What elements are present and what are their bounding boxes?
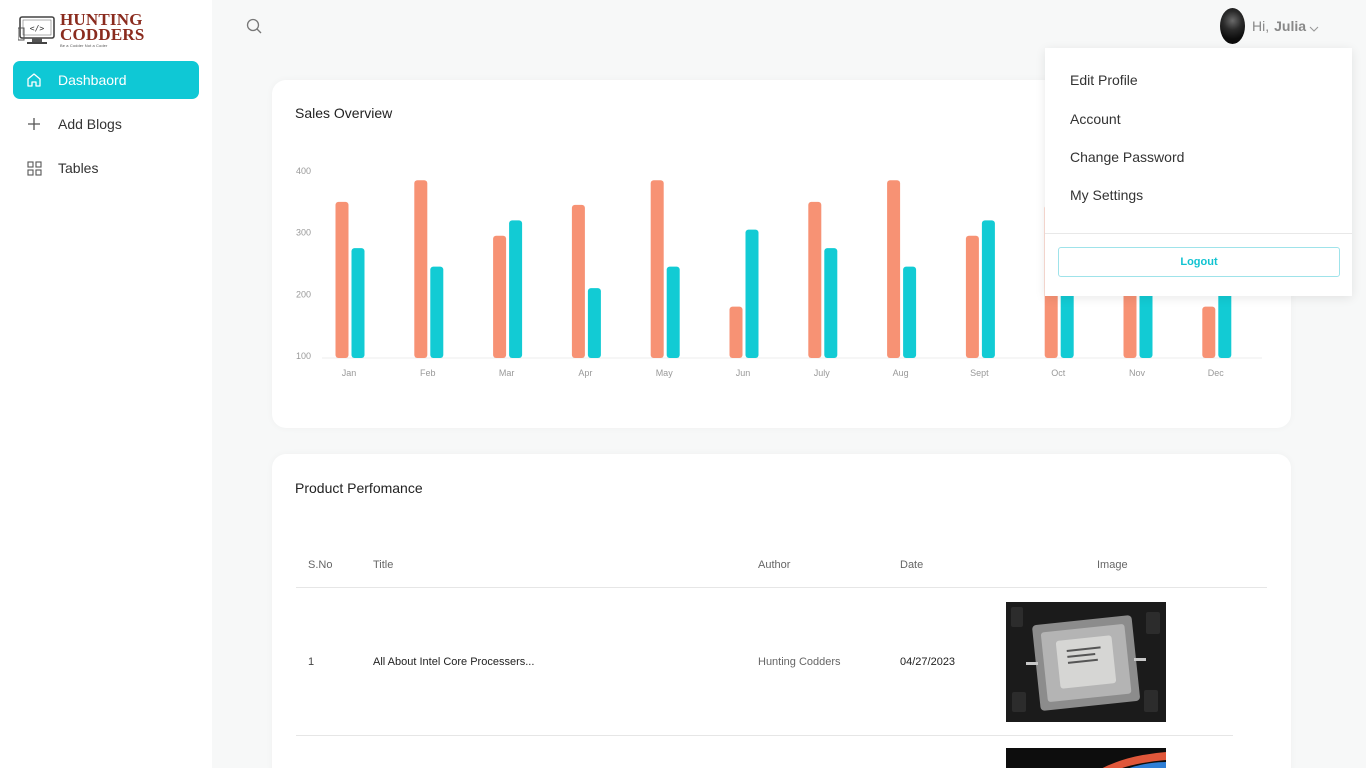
bar-series2-mar	[509, 220, 523, 358]
bar-series2-may	[666, 266, 680, 358]
menu-item-change-password[interactable]: Change Password	[1070, 149, 1184, 165]
product-image-cpu	[1006, 602, 1166, 722]
bar-series2-july	[824, 248, 838, 358]
username: Julia	[1274, 18, 1307, 34]
column-header-image: Image	[1097, 559, 1128, 571]
cell-sno: 1	[308, 656, 315, 668]
sidebar-item-label: Dashbaord	[58, 72, 127, 88]
menu-item-my-settings[interactable]: My Settings	[1070, 187, 1143, 203]
brand-name-line2: CODDERS	[60, 25, 145, 44]
bar-series1-sept	[965, 235, 979, 358]
bar-series1-may	[650, 180, 664, 358]
x-tick-label: Sept	[970, 368, 989, 378]
bar-series2-jan	[351, 248, 365, 358]
bar-series1-jan	[335, 201, 349, 358]
bar-series2-feb	[430, 266, 444, 358]
chevron-down-icon	[1309, 21, 1319, 32]
cell-date: 04/27/2023	[900, 656, 956, 668]
sidebar-item-dashboard[interactable]: Dashbaord	[13, 61, 199, 99]
bar-series2-aug	[903, 266, 917, 358]
sidebar: </> HUNTING CODDERS Be a Codder Not a Co…	[0, 0, 212, 768]
table-divider	[296, 735, 1233, 736]
table-header: S.No Title Author Date Image	[272, 559, 1291, 589]
sidebar-item-add-blogs[interactable]: Add Blogs	[13, 105, 199, 143]
x-tick-label: Jun	[736, 368, 751, 378]
bar-series2-sept	[981, 220, 995, 358]
product-performance-card: Product Perfomance S.No Title Author Dat…	[272, 454, 1291, 768]
avatar	[1220, 8, 1245, 44]
cell-title: All About Intel Core Processers...	[373, 656, 535, 668]
home-icon	[25, 71, 43, 89]
table-divider	[296, 587, 1267, 588]
x-tick-label: May	[656, 368, 674, 378]
brand-logo[interactable]: </> HUNTING CODDERS Be a Codder Not a Co…	[17, 11, 145, 48]
user-menu-toggle[interactable]: Hi, Julia	[1220, 8, 1319, 44]
greeting: Hi,	[1252, 18, 1270, 34]
x-tick-label: Dec	[1208, 368, 1225, 378]
column-header-title: Title	[373, 559, 394, 571]
y-tick-label: 400	[296, 166, 311, 176]
bar-series1-mar	[493, 235, 507, 358]
product-performance-title: Product Perfomance	[295, 480, 423, 496]
x-tick-label: Feb	[420, 368, 436, 378]
sidebar-item-label: Add Blogs	[58, 116, 122, 132]
bar-series1-jun	[729, 306, 743, 358]
bar-series2-jun	[745, 229, 759, 358]
bar-series2-apr	[587, 288, 601, 358]
brand-tagline: Be a Codder Not a Coder	[60, 43, 108, 48]
bar-series1-aug	[887, 180, 901, 358]
column-header-author: Author	[758, 559, 791, 571]
bar-series1-apr	[571, 204, 585, 358]
plus-icon	[25, 115, 43, 133]
sidebar-nav: Dashbaord Add Blogs Tables	[13, 61, 199, 193]
column-header-sno: S.No	[308, 559, 333, 571]
x-tick-label: Apr	[578, 368, 592, 378]
menu-item-edit-profile[interactable]: Edit Profile	[1070, 72, 1138, 88]
menu-divider	[1045, 233, 1352, 234]
y-tick-label: 300	[296, 228, 311, 238]
x-tick-label: Oct	[1051, 368, 1066, 378]
y-tick-label: 200	[296, 289, 311, 299]
x-tick-label: Mar	[499, 368, 515, 378]
logo-monitor-icon: </>	[17, 14, 58, 46]
bar-series1-feb	[414, 180, 428, 358]
column-header-date: Date	[900, 559, 924, 571]
user-dropdown-menu: Edit Profile Account Change Password My …	[1045, 48, 1352, 296]
search-icon[interactable]	[245, 17, 263, 35]
y-tick-label: 100	[296, 351, 311, 361]
bar-series1-july	[808, 201, 822, 358]
menu-item-account[interactable]: Account	[1070, 111, 1121, 127]
x-tick-label: Aug	[893, 368, 909, 378]
product-image-partial	[1006, 748, 1166, 768]
x-tick-label: Jan	[342, 368, 357, 378]
sidebar-item-label: Tables	[58, 160, 99, 176]
x-tick-label: July	[814, 368, 831, 378]
sidebar-item-tables[interactable]: Tables	[13, 149, 199, 187]
grid-icon	[25, 159, 43, 177]
bar-series1-dec	[1202, 306, 1216, 358]
cell-author: Hunting Codders	[758, 656, 841, 668]
x-tick-label: Nov	[1129, 368, 1146, 378]
logout-button[interactable]: Logout	[1058, 247, 1340, 277]
svg-text:</>: </>	[30, 24, 45, 33]
